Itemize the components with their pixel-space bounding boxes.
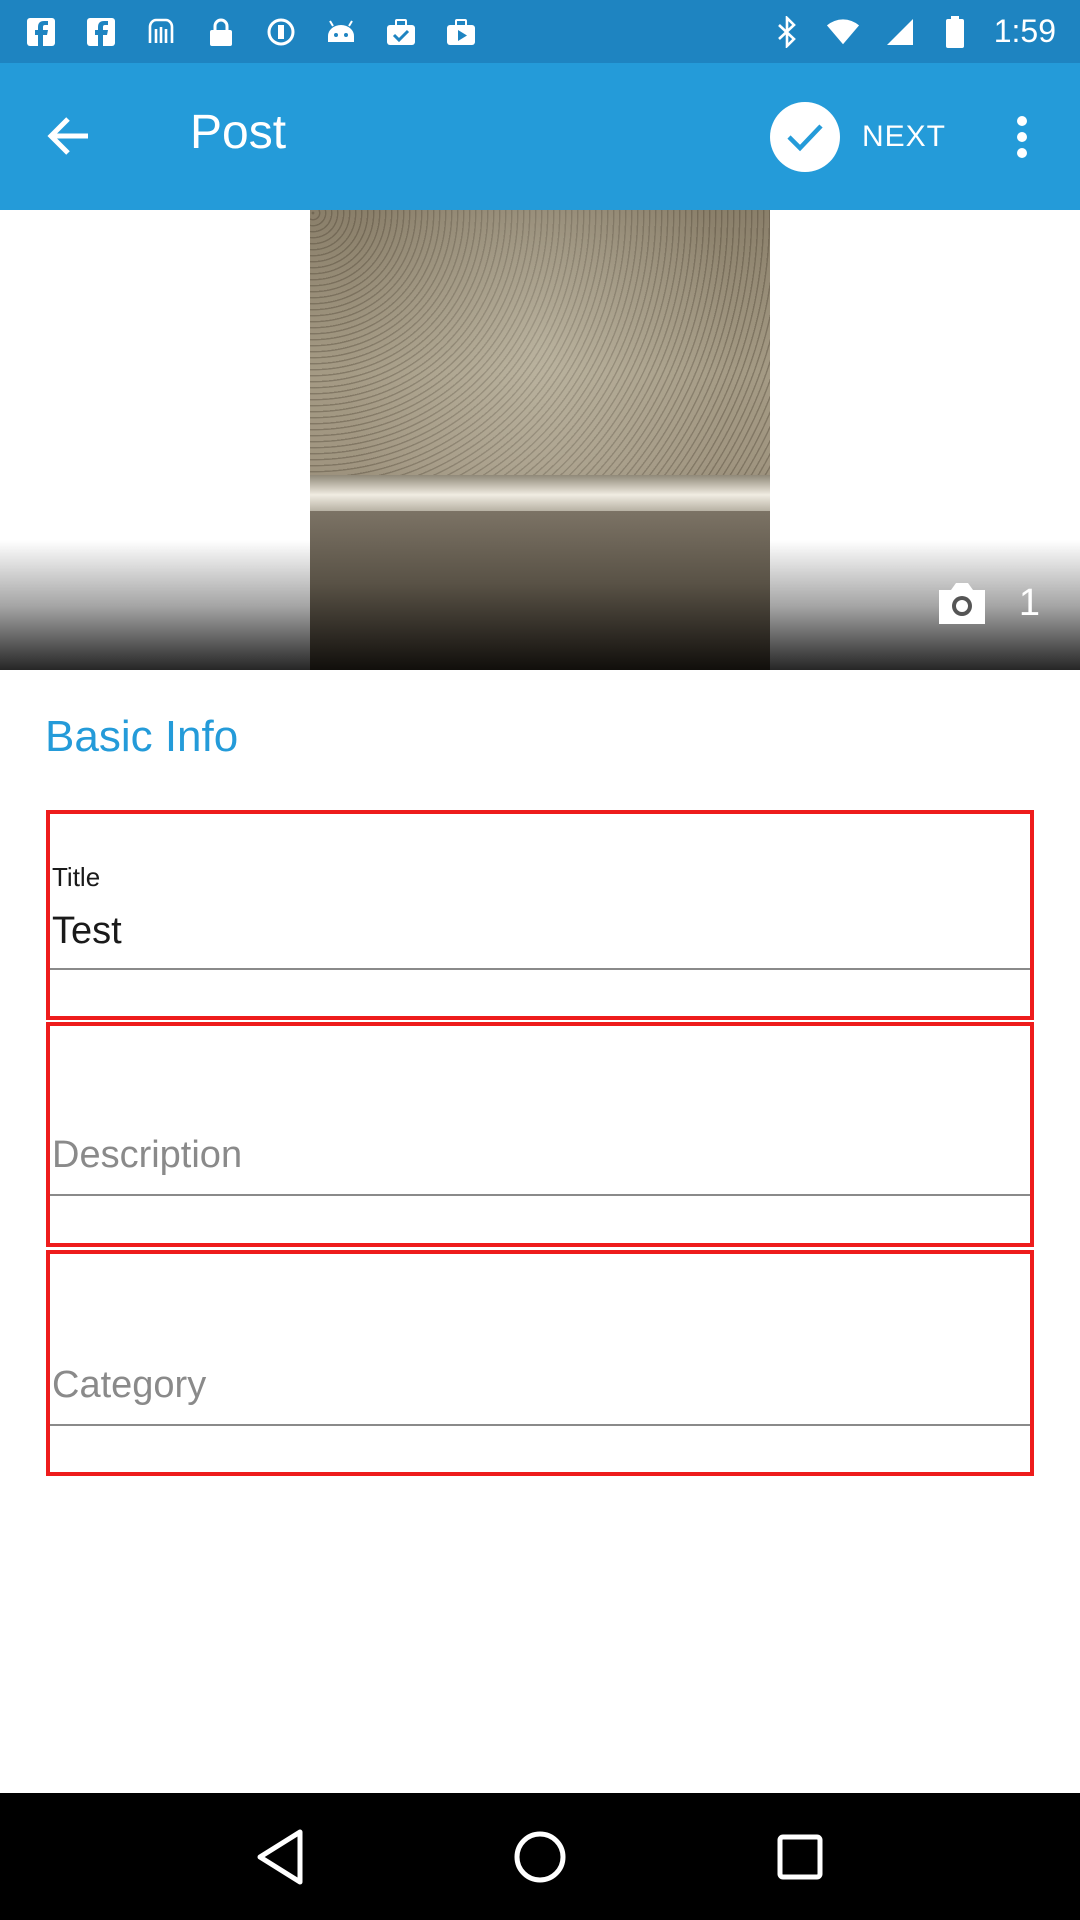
wifi-icon xyxy=(826,15,860,49)
check-icon xyxy=(770,102,840,172)
circle-home-icon xyxy=(514,1831,566,1882)
photo-count-value: 1 xyxy=(1018,581,1040,624)
more-options-button[interactable] xyxy=(1000,107,1044,167)
page-title: Post xyxy=(190,106,287,159)
facebook-icon xyxy=(24,15,58,49)
description-placeholder[interactable]: Description xyxy=(52,1134,242,1177)
facebook-icon xyxy=(84,15,118,49)
status-bar: 1:59 xyxy=(0,0,1080,63)
triangle-back-icon xyxy=(257,1829,303,1884)
briefcase-play-icon xyxy=(444,15,478,49)
notification-icons xyxy=(24,15,478,49)
post-photo[interactable] xyxy=(310,210,770,670)
nav-recents-button[interactable] xyxy=(765,1822,835,1892)
android-icon xyxy=(144,15,178,49)
square-recents-icon xyxy=(777,1834,823,1879)
navigation-bar xyxy=(0,1793,1080,1920)
camera-icon xyxy=(935,580,989,626)
next-button[interactable]: NEXT xyxy=(770,101,946,173)
bluetooth-icon xyxy=(770,15,804,49)
category-placeholder[interactable]: Category xyxy=(52,1364,206,1407)
nav-home-button[interactable] xyxy=(505,1822,575,1892)
description-field-underline xyxy=(50,1194,1030,1196)
signal-icon xyxy=(882,15,916,49)
status-time: 1:59 xyxy=(993,13,1056,49)
battery-icon xyxy=(938,15,972,49)
photo-count[interactable]: 1 xyxy=(935,580,1040,626)
app-toolbar: Post NEXT xyxy=(0,63,1080,210)
nav-back-button[interactable] xyxy=(245,1822,315,1892)
back-button[interactable] xyxy=(38,106,98,166)
category-field-underline xyxy=(50,1424,1030,1426)
briefcase-check-icon xyxy=(384,15,418,49)
circle-icon xyxy=(264,15,298,49)
more-vert-icon xyxy=(1017,116,1027,158)
title-field[interactable]: Title Test xyxy=(46,810,1034,1020)
lock-icon xyxy=(204,15,238,49)
next-label: NEXT xyxy=(862,120,947,153)
section-title: Basic Info xyxy=(45,712,239,761)
photo-header: 1 xyxy=(0,210,1080,670)
android-robot-icon xyxy=(324,15,358,49)
title-field-underline xyxy=(50,968,1030,970)
description-field[interactable]: Description xyxy=(46,1022,1034,1247)
arrow-left-icon xyxy=(47,117,88,155)
system-icons: 1:59 xyxy=(770,13,1056,50)
title-field-value[interactable]: Test xyxy=(52,910,122,953)
category-field[interactable]: Category xyxy=(46,1250,1034,1476)
title-field-label: Title xyxy=(52,862,101,892)
